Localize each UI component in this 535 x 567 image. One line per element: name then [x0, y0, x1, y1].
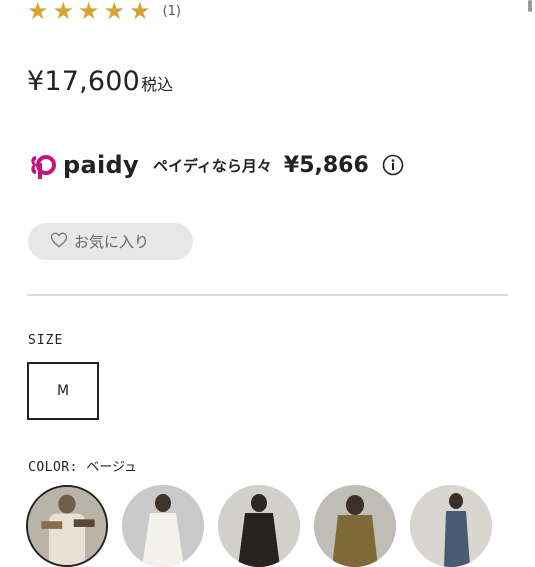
color-swatch-2[interactable] [122, 485, 204, 567]
price: ¥17,600 税込 [27, 66, 173, 97]
color-swatches [26, 485, 506, 567]
star-icon: ★ [27, 0, 49, 25]
color-label-row: COLOR: ベージュ [28, 456, 137, 475]
paidy-logo-text: paidy [63, 151, 139, 179]
star-icon: ★ [103, 0, 126, 25]
color-swatch-5[interactable] [410, 485, 492, 567]
star-icon: ★ [78, 0, 100, 25]
color-swatch-3[interactable] [218, 485, 300, 567]
favorite-label: お気に入り [74, 233, 150, 251]
info-circle-icon[interactable] [382, 154, 404, 176]
product-thumbnail-icon [314, 485, 396, 567]
scrollbar-thumb[interactable] [528, 0, 532, 12]
size-option-m[interactable]: M [27, 362, 99, 420]
color-label: COLOR: [28, 460, 78, 475]
paidy-monthly-amount: ¥5,866 [283, 152, 369, 178]
product-thumbnail-icon [28, 487, 106, 565]
heart-outline-icon [50, 231, 68, 253]
divider [27, 294, 508, 296]
product-thumbnail-icon [410, 485, 492, 567]
star-icon: ★ [129, 0, 151, 25]
add-to-favorites-button[interactable]: お気に入り [28, 223, 193, 260]
paidy-installment-text: ペイディなら月々 [152, 156, 272, 175]
color-selected-value: ベージュ [86, 460, 138, 475]
paidy-logo-icon [27, 149, 59, 181]
review-count[interactable]: (1) [163, 4, 181, 19]
color-swatch-4[interactable] [314, 485, 396, 567]
product-thumbnail-icon [218, 485, 300, 567]
price-tax-label: 税込 [141, 75, 174, 94]
product-thumbnail-icon [122, 485, 204, 567]
size-label: SIZE [28, 333, 64, 348]
paidy-installment-row: paidy ペイディなら月々 ¥5,866 [27, 149, 404, 181]
star-icon: ★ [52, 0, 75, 25]
price-amount: ¥17,600 [27, 66, 141, 97]
color-swatch-beige[interactable] [26, 485, 108, 567]
rating-row[interactable]: ★ ★ ★ ★ ★ (1) [27, 0, 181, 25]
